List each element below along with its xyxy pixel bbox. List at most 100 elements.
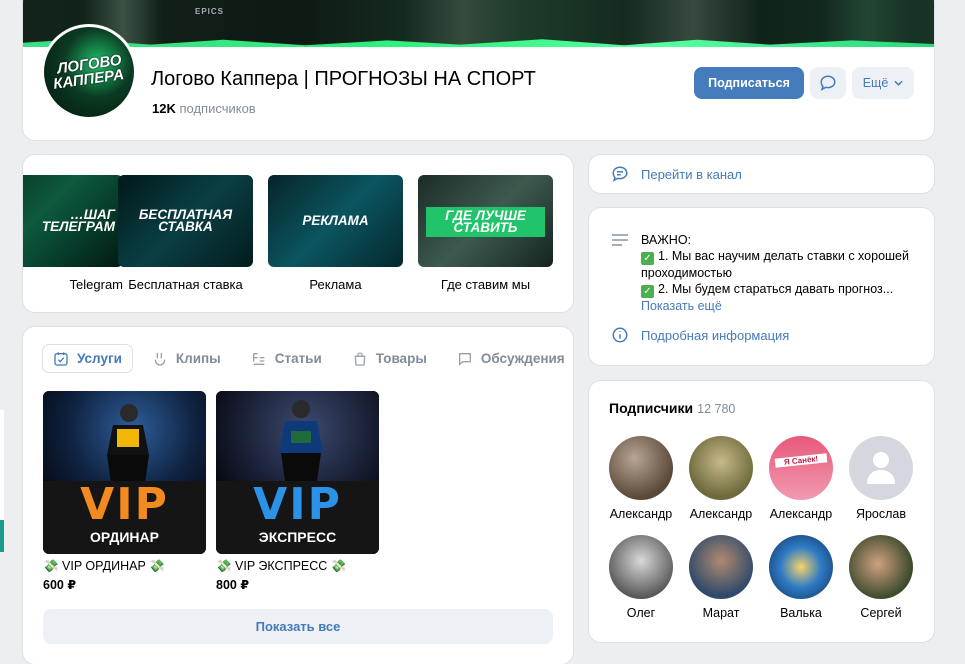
avatar-badge-text: Я Санёк!: [774, 453, 828, 468]
album-thumb-text: ГДЕ ЛУЧШЕ СТАВИТЬ: [426, 207, 545, 237]
product-price: 600 ₽: [43, 578, 77, 592]
cover-logo-text: EPICS: [195, 7, 225, 16]
services-block: Услуги Клипы Статьи Товары Обсуждения VI…: [23, 327, 573, 664]
left-edge-accent: [0, 520, 4, 552]
subscribe-button[interactable]: Подписаться: [694, 67, 804, 99]
album-item[interactable]: ГДЕ ЛУЧШЕ СТАВИТЬ Где ставим мы: [418, 175, 553, 292]
subscriber-name: Александр: [689, 507, 753, 521]
subscriber-item[interactable]: Ярослав: [841, 436, 921, 521]
message-icon: [820, 75, 836, 91]
subscriber-name: Олег: [626, 606, 656, 620]
group-header: EPICS ЛОГОВО КАППЕРА Логово Каппера | ПР…: [23, 0, 934, 140]
product-image: VIP ЭКСПРЕСС: [216, 391, 379, 554]
subscriber-item[interactable]: Александр: [681, 436, 761, 521]
hockey-player-figure: [279, 400, 323, 481]
album-label: Реклама: [309, 277, 362, 292]
subscriber-item[interactable]: Сергей: [841, 535, 921, 620]
avatar: [689, 535, 753, 599]
avatar: [609, 436, 673, 500]
hockey-player-figure: [107, 404, 149, 483]
subscriber-name: Марат: [702, 606, 740, 620]
description-text: 2. Мы будем стараться давать прогноз...: [658, 282, 894, 296]
go-to-channel-link[interactable]: Перейти в канал: [611, 165, 742, 183]
articles-icon: [252, 352, 265, 365]
check-icon: ✓: [641, 252, 654, 265]
album-thumbnail: БЕСПЛАТНАЯ СТАВКА: [118, 175, 253, 267]
tab-discussions[interactable]: Обсуждения: [447, 345, 573, 372]
subscribers-block: Подписчики 12 780 Александр Александр Я С…: [589, 381, 934, 642]
avatar: [609, 535, 673, 599]
album-item[interactable]: …ШАГ ТЕЛЕГРАМ Telegram: [23, 175, 123, 292]
album-thumb-text: БЕСПЛАТНАЯ СТАВКА: [138, 207, 233, 234]
calendar-check-icon: [54, 351, 68, 366]
description-text: 1. Мы вас научим делать ставки с хорошей…: [641, 249, 909, 280]
tab-label: Статьи: [274, 351, 322, 366]
subscriber-name: Ярослав: [855, 507, 907, 521]
albums-block: …ШАГ ТЕЛЕГРАМ Telegram БЕСПЛАТНАЯ СТАВКА…: [23, 155, 573, 312]
show-all-button[interactable]: Показать все: [43, 609, 553, 644]
subscribers-count: 12 780: [697, 402, 736, 416]
subscriber-item[interactable]: Александр: [601, 436, 681, 521]
product-card[interactable]: VIP ЭКСПРЕСС 💸 VIP ЭКСПРЕСС 💸 800 ₽: [216, 391, 379, 592]
product-vip-text: VIP: [80, 479, 169, 530]
tab-label: Услуги: [77, 351, 122, 366]
discussions-icon: [458, 352, 471, 366]
tab-goods[interactable]: Товары: [342, 345, 437, 372]
chat-icon: [612, 166, 628, 182]
more-button[interactable]: Ещё: [852, 67, 914, 99]
info-block: ВАЖНО: ✓ 1. Мы вас научим делать ставки с…: [589, 208, 934, 365]
members-label: подписчиков: [179, 101, 256, 116]
description-item: ✓ 1. Мы вас научим делать ставки с хороше…: [641, 248, 921, 281]
message-button[interactable]: [810, 67, 846, 99]
subscriber-name: Александр: [769, 507, 833, 521]
detailed-info-label: Подробная информация: [641, 327, 790, 343]
description-item: ✓ 2. Мы будем стараться давать прогноз...: [641, 281, 921, 298]
product-name: 💸 VIP ОРДИНАР 💸: [43, 559, 165, 573]
subscriber-name: Валька: [780, 606, 822, 620]
bag-icon: [354, 351, 366, 366]
more-label: Ещё: [862, 76, 889, 90]
detailed-info-link[interactable]: Подробная информация: [611, 326, 789, 344]
product-card[interactable]: VIP ОРДИНАР 💸 VIP ОРДИНАР 💸 600 ₽: [43, 391, 206, 592]
text-lines-icon: [612, 234, 628, 246]
product-image: VIP ОРДИНАР: [43, 391, 206, 554]
tab-label: Клипы: [175, 351, 221, 366]
subscriber-item[interactable]: Я Санёк! Александр: [761, 436, 841, 521]
subscriber-item[interactable]: Олег: [601, 535, 681, 620]
album-label: Бесплатная ставка: [128, 277, 243, 292]
user-placeholder-icon: [867, 452, 895, 484]
description-line: ВАЖНО:: [641, 233, 692, 247]
avatar: [689, 436, 753, 500]
tab-articles[interactable]: Статьи: [241, 345, 332, 372]
album-item[interactable]: БЕСПЛАТНАЯ СТАВКА Бесплатная ставка: [118, 175, 253, 292]
check-icon: ✓: [641, 285, 654, 298]
product-vip-text: VIP: [253, 479, 342, 530]
tab-services[interactable]: Услуги: [43, 345, 132, 372]
subscriber-name: Александр: [609, 507, 673, 521]
group-avatar[interactable]: ЛОГОВО КАППЕРА: [41, 24, 137, 120]
avatar: [849, 535, 913, 599]
show-more-link[interactable]: Показать ещё: [641, 298, 921, 314]
subscribers-title-text: Подписчики: [609, 400, 694, 416]
tab-clips[interactable]: Клипы: [142, 345, 231, 372]
product-price: 800 ₽: [216, 578, 250, 592]
product-name: 💸 VIP ЭКСПРЕСС 💸: [216, 559, 347, 573]
album-thumb-text: РЕКЛАМА: [302, 213, 369, 228]
album-label: Где ставим мы: [440, 277, 531, 292]
members-count[interactable]: 12K подписчиков: [152, 101, 256, 116]
subscriber-name: Сергей: [860, 606, 902, 620]
album-thumb-text: …ШАГ ТЕЛЕГРАМ: [41, 207, 115, 234]
album-item[interactable]: РЕКЛАМА Реклама: [268, 175, 403, 292]
avatar: Я Санёк!: [769, 436, 833, 500]
album-label: Telegram: [69, 277, 123, 292]
content-tabs: Услуги Клипы Статьи Товары Обсуждения: [43, 345, 573, 372]
album-thumbnail: …ШАГ ТЕЛЕГРАМ: [23, 175, 123, 267]
page-title: Логово Каппера | ПРОГНОЗЫ НА СПОРТ: [151, 68, 536, 90]
product-sub-text: ОРДИНАР: [90, 529, 159, 545]
group-description: ВАЖНО: ✓ 1. Мы вас научим делать ставки с…: [641, 232, 921, 314]
subscriber-item[interactable]: Валька: [761, 535, 841, 620]
subscriber-item[interactable]: Марат: [681, 535, 761, 620]
avatar: [769, 535, 833, 599]
subscribers-title[interactable]: Подписчики 12 780: [609, 400, 735, 416]
tab-label: Обсуждения: [480, 351, 565, 366]
